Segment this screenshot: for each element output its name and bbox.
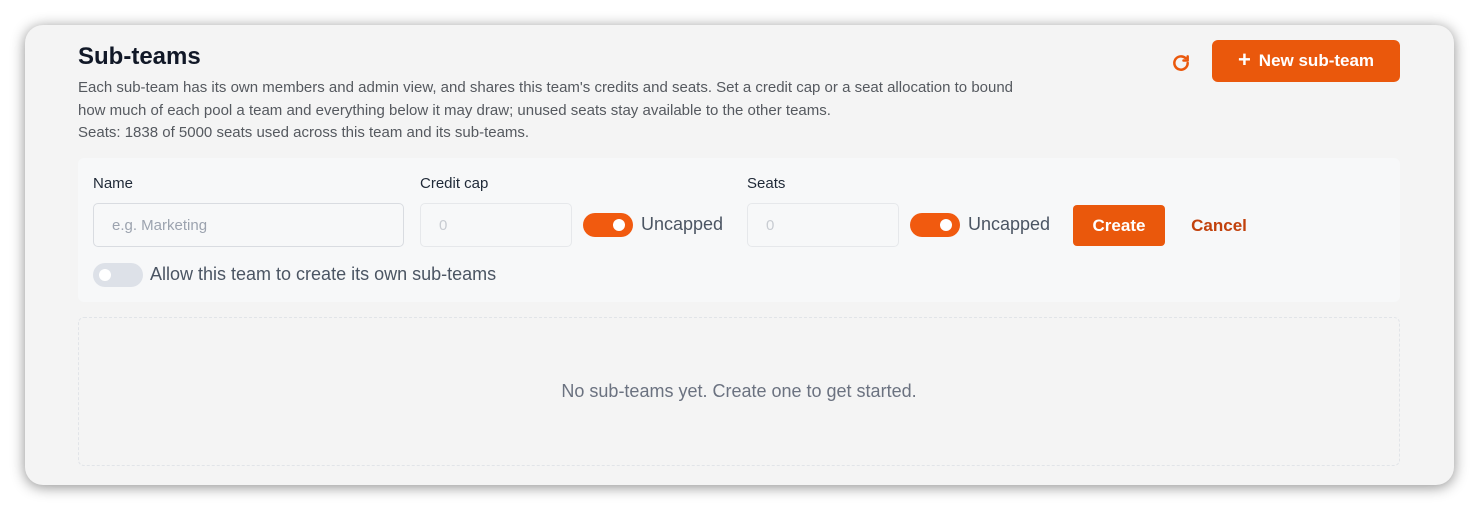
- empty-state: No sub-teams yet. Create one to get star…: [78, 317, 1400, 466]
- refresh-icon[interactable]: [1169, 51, 1193, 75]
- credit-cap-label: Credit cap: [420, 175, 489, 192]
- seats-uncapped-label: Uncapped: [968, 214, 1051, 234]
- seats-label: Seats: [747, 175, 786, 192]
- empty-state-message: No sub-teams yet. Create one to get star…: [561, 381, 917, 401]
- description-line-1: Each sub-team has its own members and ad…: [78, 79, 1014, 96]
- toggle-knob: [613, 219, 625, 231]
- allow-subteams-toggle[interactable]: [93, 263, 143, 287]
- credit-cap-input[interactable]: [420, 203, 572, 247]
- seats-summary: Seats: 1838 of 5000 seats used across th…: [78, 124, 530, 141]
- seats-uncapped-toggle[interactable]: [910, 213, 960, 237]
- new-subteam-button[interactable]: + New sub-team: [1212, 40, 1400, 82]
- create-subteam-form: Name Credit cap Uncapped Seats Uncapped …: [78, 158, 1400, 302]
- toggle-knob: [99, 269, 111, 281]
- credit-uncapped-label: Uncapped: [641, 214, 724, 234]
- plus-icon: +: [1237, 47, 1251, 72]
- create-button[interactable]: Create: [1073, 205, 1165, 246]
- name-label: Name: [93, 175, 134, 192]
- new-subteam-label: New sub-team: [1258, 51, 1375, 70]
- cancel-button[interactable]: Cancel: [1178, 205, 1260, 246]
- toggle-knob: [940, 219, 952, 231]
- credit-uncapped-toggle[interactable]: [583, 213, 633, 237]
- allow-subteams-label: Allow this team to create its own sub-te…: [150, 264, 497, 284]
- seats-input[interactable]: [747, 203, 899, 247]
- description-line-2: how much of each pool a team and everyth…: [78, 101, 831, 119]
- subteams-panel: Sub-teams Each sub-team has its own memb…: [25, 25, 1454, 485]
- name-input[interactable]: [93, 203, 404, 247]
- page-description: Each sub-team has its own members and ad…: [78, 77, 1138, 145]
- page-title: Sub-teams: [78, 43, 201, 70]
